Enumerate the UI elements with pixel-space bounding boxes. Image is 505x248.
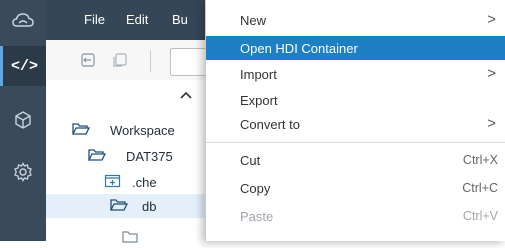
submenu-arrow-icon: > xyxy=(487,65,496,82)
submenu-arrow-icon: > xyxy=(487,11,496,28)
tree-item-label: db xyxy=(142,199,157,214)
menu-item-shortcut: Ctrl+C xyxy=(462,181,498,195)
tree-item-label: DAT375 xyxy=(126,149,173,164)
menu-divider xyxy=(206,142,505,143)
tree-item-che[interactable]: .che xyxy=(46,170,226,194)
menu-item-label: Open HDI Container xyxy=(240,41,358,56)
folder-plus-icon xyxy=(104,174,122,193)
settings-gear-icon[interactable] xyxy=(0,152,46,192)
menu-item-label: Copy xyxy=(240,181,271,196)
code-editor-icon[interactable]: </> xyxy=(0,46,46,86)
folder-icon xyxy=(122,230,140,248)
toolbar-separator xyxy=(150,50,151,72)
menu-item-shortcut: Ctrl+X xyxy=(462,153,498,167)
menu-item-label: Convert to xyxy=(240,117,300,132)
copy-document-icon[interactable] xyxy=(112,52,128,73)
tree-item-workspace[interactable]: Workspace xyxy=(46,118,226,142)
tree-item-db[interactable]: db xyxy=(46,194,226,218)
menu-item-import[interactable]: Import > xyxy=(206,62,505,86)
tree-item-label: Workspace xyxy=(110,123,175,138)
code-editor-label: </> xyxy=(10,57,38,75)
cube-icon[interactable] xyxy=(0,100,46,140)
submenu-arrow-icon: > xyxy=(487,115,496,132)
menu-item-open-hdi-container[interactable]: Open HDI Container xyxy=(206,36,505,60)
folder-open-icon xyxy=(109,198,129,217)
collapse-caret-icon[interactable] xyxy=(180,86,192,104)
menu-item-shortcut: Ctrl+V xyxy=(462,209,498,223)
folder-open-icon xyxy=(87,148,107,167)
side-rail: </> xyxy=(0,0,46,241)
undo-icon[interactable] xyxy=(80,52,96,73)
cloud-logo-icon[interactable] xyxy=(0,0,46,40)
menu-item-label: Export xyxy=(240,93,278,108)
context-menu: New > Open HDI Container Import > Export… xyxy=(205,0,505,241)
tree-item-label: .che xyxy=(132,175,157,190)
menu-build[interactable]: Bu xyxy=(172,12,188,27)
menu-file[interactable]: File xyxy=(84,12,105,27)
menu-item-label: Paste xyxy=(240,209,274,224)
menu-item-paste[interactable]: Paste Ctrl+V xyxy=(206,204,505,228)
folder-open-icon xyxy=(71,122,91,141)
menu-edit[interactable]: Edit xyxy=(126,12,148,27)
menu-item-label: Import xyxy=(240,67,277,82)
menu-item-convert-to[interactable]: Convert to > xyxy=(206,112,505,136)
menu-item-label: Cut xyxy=(240,153,261,168)
menu-item-new[interactable]: New > xyxy=(206,8,505,32)
menu-item-copy[interactable]: Copy Ctrl+C xyxy=(206,176,505,200)
menu-item-export[interactable]: Export xyxy=(206,88,505,112)
menu-item-label: New xyxy=(240,13,267,28)
tree-item-dat375[interactable]: DAT375 xyxy=(46,144,226,168)
menu-item-cut[interactable]: Cut Ctrl+X xyxy=(206,148,505,172)
